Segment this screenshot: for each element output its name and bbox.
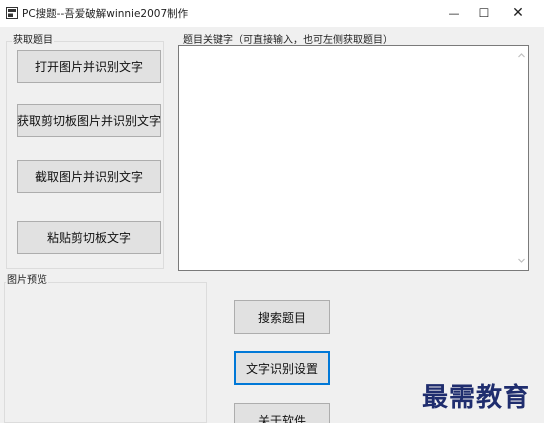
window-title: PC搜题--吾爱破解winnie2007制作 [22, 8, 189, 20]
scroll-up-icon[interactable] [517, 51, 526, 60]
clipboard-image-button[interactable]: 获取剪切板图片并识别文字 [17, 104, 161, 137]
title-bar[interactable]: PC搜题--吾爱破解winnie2007制作 — ☐ ✕ [0, 0, 544, 27]
watermark-text: 最需教育 [422, 383, 531, 413]
minimize-icon: — [448, 6, 460, 20]
paste-text-button[interactable]: 粘贴剪切板文字 [17, 221, 161, 254]
open-image-button[interactable]: 打开图片并识别文字 [17, 50, 161, 83]
image-preview [4, 282, 207, 423]
close-icon: ✕ [512, 5, 524, 21]
maximize-button[interactable]: ☐ [466, 0, 502, 26]
search-button[interactable]: 搜索题目 [234, 300, 330, 334]
source-group-label: 获取题目 [12, 35, 54, 47]
preview-group-label: 图片预览 [6, 275, 48, 287]
scroll-down-icon[interactable] [517, 256, 526, 265]
close-button[interactable]: ✕ [500, 0, 536, 26]
maximize-icon: ☐ [478, 6, 490, 20]
about-button[interactable]: 关于软件 [234, 403, 330, 423]
capture-image-button[interactable]: 截取图片并识别文字 [17, 160, 161, 193]
ocr-settings-button[interactable]: 文字识别设置 [234, 351, 330, 385]
app-icon [6, 7, 18, 19]
keyword-scrollbar[interactable] [515, 46, 528, 270]
keyword-input[interactable] [178, 45, 529, 271]
